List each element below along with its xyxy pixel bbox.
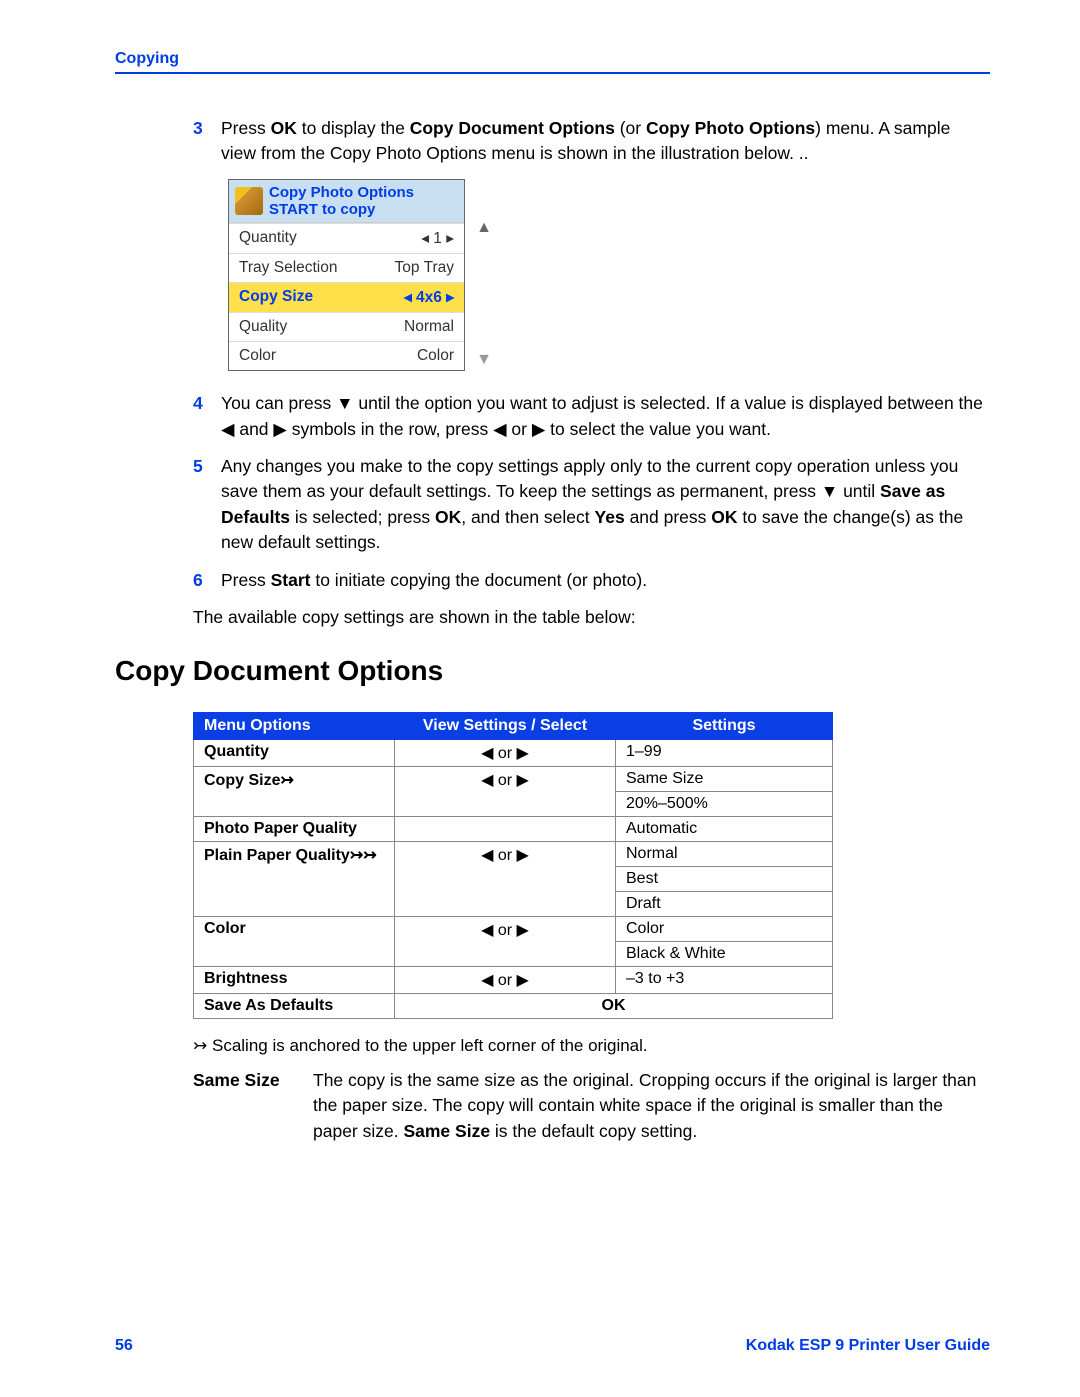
step-6: 6 Press Start to initiate copying the do… — [193, 568, 990, 593]
intro-paragraph: The available copy settings are shown in… — [193, 605, 990, 630]
photo-icon — [235, 187, 263, 215]
step-text: Press OK to display the Copy Document Op… — [221, 116, 990, 167]
table-row: Plain Paper Quality↣↣◀ or ▶NormalBestDra… — [194, 842, 833, 917]
page-footer: 56 Kodak ESP 9 Printer User Guide — [115, 1337, 990, 1355]
table-row: Quantity◀ or ▶1–99 — [194, 740, 833, 767]
footnote: ↣ Scaling is anchored to the upper left … — [193, 1034, 990, 1058]
table-row: Photo Paper QualityAutomatic — [194, 817, 833, 842]
page-number: 56 — [115, 1337, 133, 1355]
lcd-row: Tray SelectionTop Tray — [229, 253, 464, 282]
left-arrow-icon: ◀ — [221, 419, 234, 439]
step-3: 3 Press OK to display the Copy Document … — [193, 116, 990, 167]
footnote-icon: ↣ — [193, 1036, 207, 1055]
step-number: 3 — [193, 116, 221, 167]
left-arrow-icon: ◀ — [493, 419, 506, 439]
guide-title: Kodak ESP 9 Printer User Guide — [746, 1337, 990, 1355]
table-row: Save As DefaultsOK — [194, 994, 833, 1019]
table-row: Brightness◀ or ▶–3 to +3 — [194, 967, 833, 994]
lcd-row: Quantity◂ 1 ▸ — [229, 223, 464, 253]
table-row: Color◀ or ▶ColorBlack & White — [194, 917, 833, 967]
scroll-up-icon: ▲ — [476, 219, 492, 237]
options-table: Menu Options View Settings / Select Sett… — [193, 712, 833, 1019]
table-row: Copy Size↣◀ or ▶Same Size20%–500% — [194, 767, 833, 817]
right-arrow-icon: ▶ — [532, 419, 545, 439]
updown-arrow-icon: ▼ — [821, 481, 838, 501]
section-title: Copy Document Options — [115, 655, 990, 687]
step-5: 5 Any changes you make to the copy setti… — [193, 454, 990, 556]
lcd-row: Copy Size◂ 4x6 ▸ — [229, 282, 464, 312]
col-menu-options: Menu Options — [194, 713, 395, 740]
page-header: Copying — [115, 50, 990, 74]
scroll-down-icon: ▼ — [476, 351, 492, 369]
right-arrow-icon: ▶ — [273, 419, 286, 439]
lcd-row: QualityNormal — [229, 312, 464, 341]
down-arrow-icon: ▼ — [336, 393, 353, 413]
lcd-illustration: Copy Photo Options START to copy Quantit… — [228, 179, 990, 372]
col-settings: Settings — [616, 713, 833, 740]
col-view-select: View Settings / Select — [395, 713, 616, 740]
definition-same-size: Same Size The copy is the same size as t… — [193, 1068, 990, 1144]
step-4: 4 You can press ▼ until the option you w… — [193, 391, 990, 442]
lcd-row: ColorColor — [229, 341, 464, 370]
